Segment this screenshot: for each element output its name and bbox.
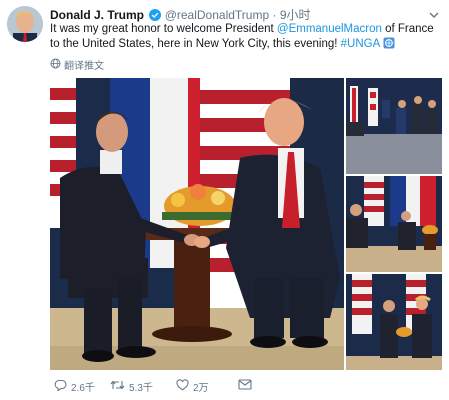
direct-message-button[interactable] <box>238 379 252 393</box>
like-count: 2万 <box>193 383 209 394</box>
message-icon <box>238 379 252 393</box>
display-name[interactable]: Donald J. Trump <box>50 8 144 22</box>
reply-count: 2.6千 <box>71 383 95 394</box>
unga-emoji-icon <box>383 37 395 54</box>
retweet-button[interactable]: 5.3千 <box>110 379 153 394</box>
photo-side-3[interactable] <box>346 274 442 370</box>
mention-link[interactable]: @EmmanuelMacron <box>277 23 382 35</box>
photo-main[interactable] <box>50 78 344 370</box>
photo-meeting-room <box>346 78 442 174</box>
separator: · <box>272 8 277 22</box>
globe-icon <box>50 58 61 72</box>
timestamp[interactable]: 9小时 <box>280 8 311 22</box>
reply-icon <box>54 379 67 394</box>
retweet-count: 5.3千 <box>129 383 153 394</box>
translate-label: 翻译推文 <box>64 61 104 72</box>
like-button[interactable]: 2万 <box>176 379 209 394</box>
tweet-header: Donald J. Trump @realDonaldTrump · 9小时 <box>50 6 311 22</box>
photo-handshake <box>50 78 344 370</box>
avatar-image <box>7 6 43 42</box>
handle[interactable]: @realDonaldTrump <box>165 8 269 22</box>
photo-seated-meeting <box>346 176 442 272</box>
retweet-icon <box>110 379 125 394</box>
tweet-text: It was my great honor to welcome Preside… <box>50 22 442 54</box>
tweet-actions: 2.6千 5.3千 2万 <box>50 376 350 396</box>
translate-tweet-link[interactable]: 翻译推文 <box>50 57 104 72</box>
reply-button[interactable]: 2.6千 <box>54 379 95 394</box>
avatar[interactable] <box>7 6 43 42</box>
photo-standing-handshake <box>346 274 442 370</box>
hashtag-link[interactable]: #UNGA <box>341 38 380 50</box>
like-icon <box>176 379 189 394</box>
photo-side-2[interactable] <box>346 176 442 272</box>
tweet-text-part: It was my great honor to welcome Preside… <box>50 23 277 35</box>
photo-side-1[interactable] <box>346 78 442 174</box>
